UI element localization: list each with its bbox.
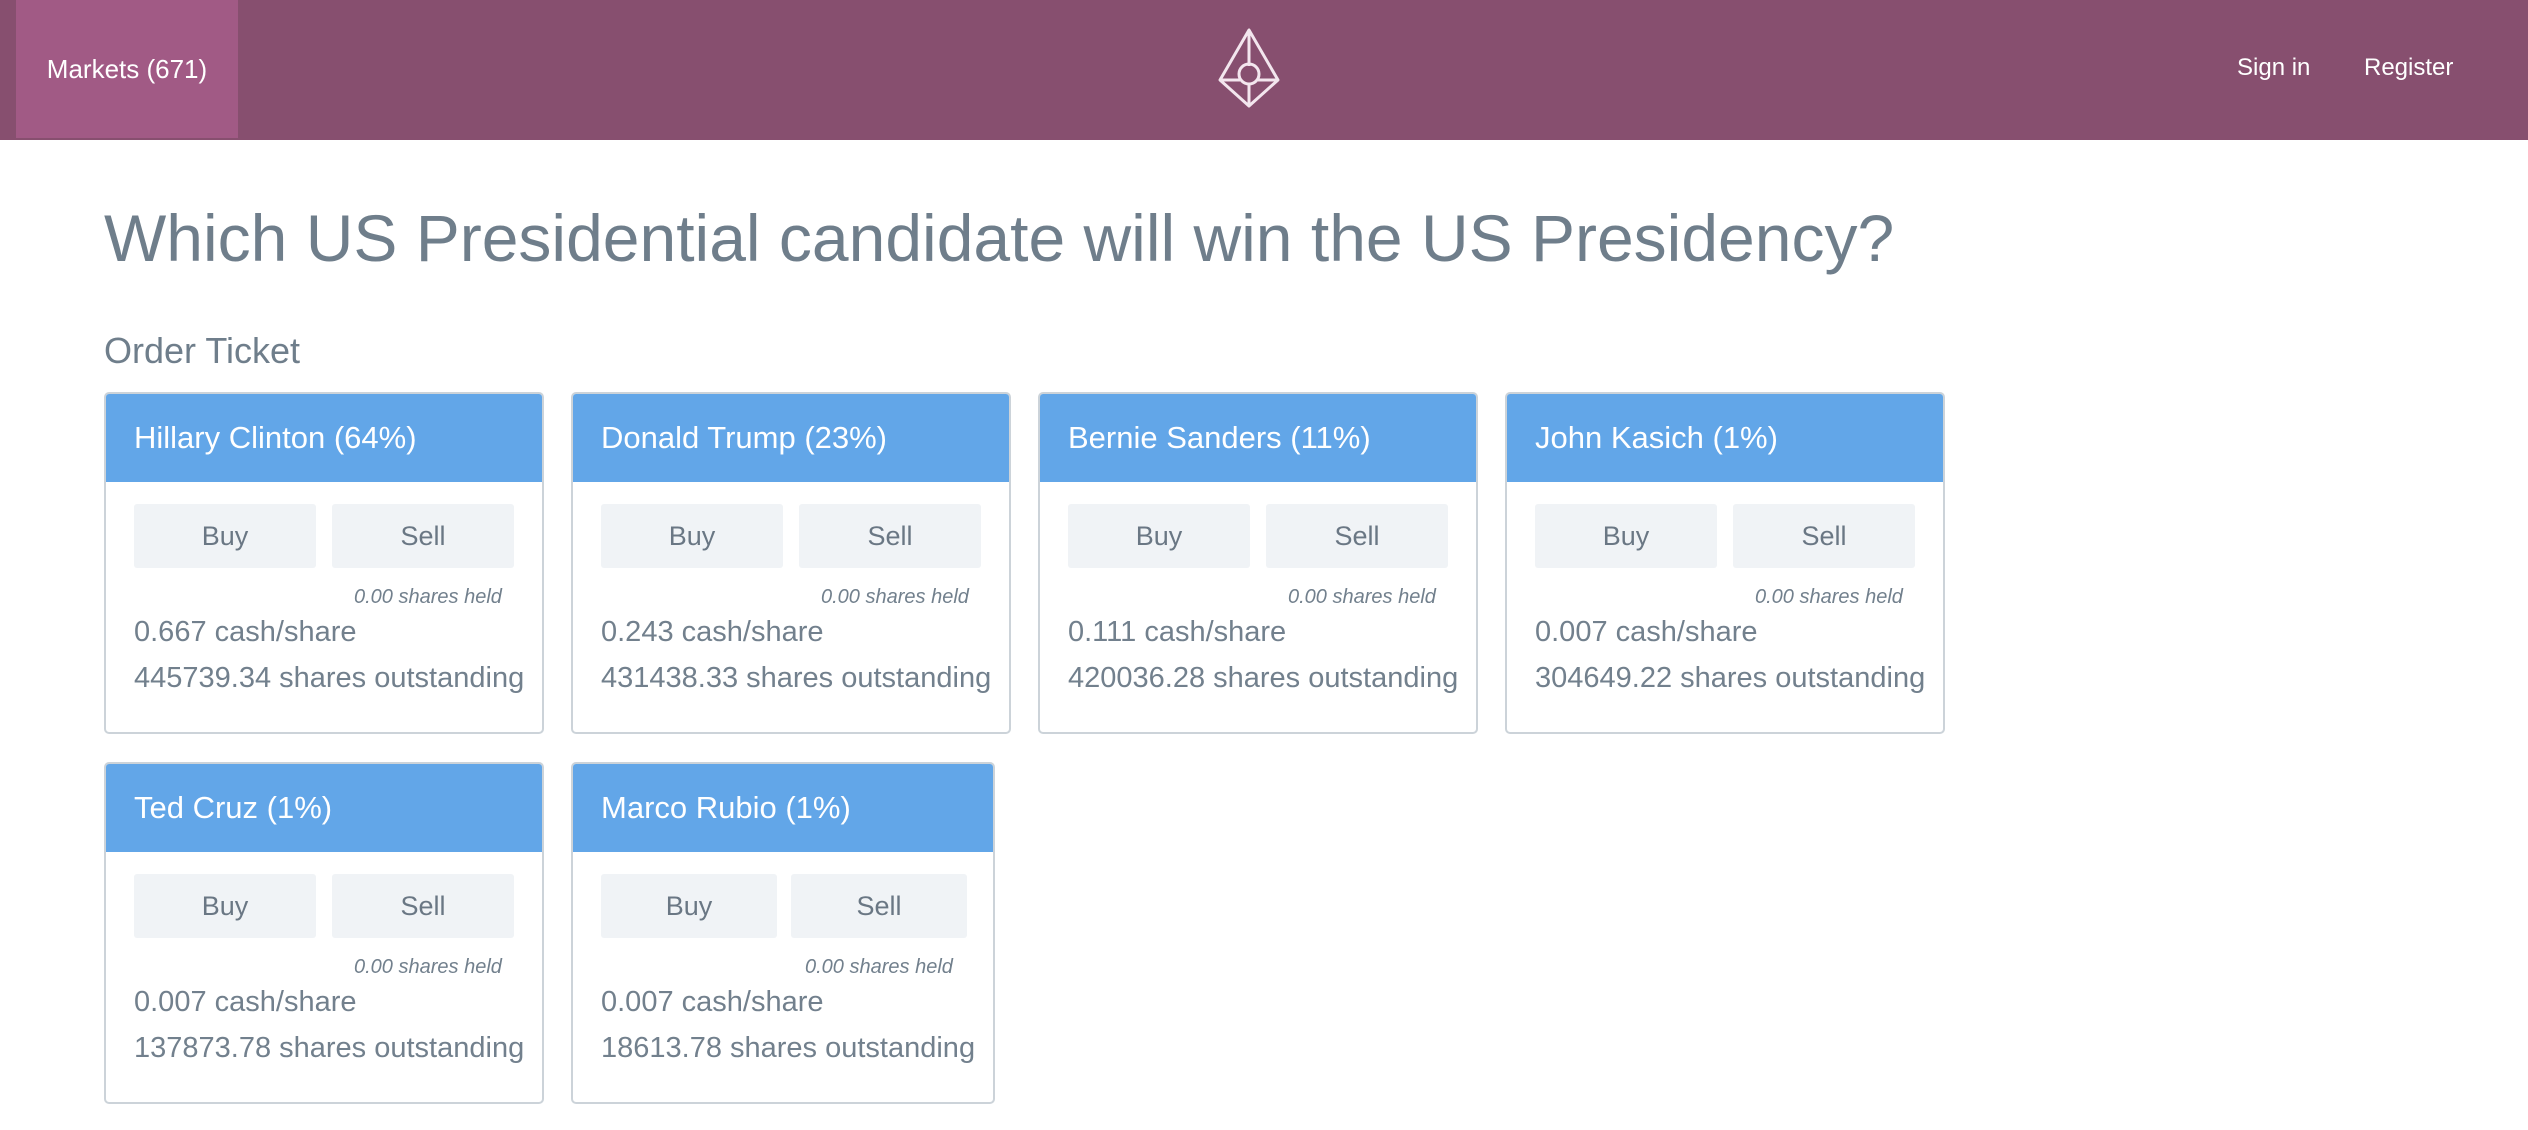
shares-outstanding: 445739.34 shares outstanding — [134, 662, 525, 694]
card-body: Buy Sell 0.00 shares held 0.007 cash/sha… — [1507, 482, 1943, 732]
sell-button[interactable]: Sell — [1733, 504, 1915, 568]
shares-outstanding: 18613.78 shares outstanding — [601, 1032, 976, 1064]
cash-per-share: 0.667 cash/share — [134, 616, 357, 648]
top-navbar: Markets (671) Sign in Register — [0, 0, 2528, 140]
section-title: Order Ticket — [104, 330, 301, 371]
shares-held: 0.00 shares held — [805, 956, 953, 978]
register-link[interactable]: Register — [2364, 0, 2453, 136]
outcome-name: Marco Rubio (1%) — [573, 764, 993, 852]
outcome-name: Hillary Clinton (64%) — [106, 394, 542, 482]
outcome-card: Donald Trump (23%) Buy Sell 0.00 shares … — [571, 392, 1011, 734]
shares-held: 0.00 shares held — [1755, 586, 1903, 608]
card-body: Buy Sell 0.00 shares held 0.667 cash/sha… — [106, 482, 542, 732]
buy-button[interactable]: Buy — [1535, 504, 1717, 568]
outcome-card: Marco Rubio (1%) Buy Sell 0.00 shares he… — [571, 762, 995, 1104]
augur-logo-icon[interactable] — [1214, 26, 1284, 110]
shares-outstanding: 304649.22 shares outstanding — [1535, 662, 1926, 694]
shares-held: 0.00 shares held — [821, 586, 969, 608]
page-title: Which US Presidential candidate will win… — [104, 201, 1895, 275]
shares-outstanding: 137873.78 shares outstanding — [134, 1032, 525, 1064]
shares-held: 0.00 shares held — [1288, 586, 1436, 608]
outcome-card: Ted Cruz (1%) Buy Sell 0.00 shares held … — [104, 762, 544, 1104]
outcome-card: Bernie Sanders (11%) Buy Sell 0.00 share… — [1038, 392, 1478, 734]
sell-button[interactable]: Sell — [332, 874, 514, 938]
cash-per-share: 0.111 cash/share — [1068, 616, 1287, 648]
buy-button[interactable]: Buy — [601, 504, 783, 568]
sell-button[interactable]: Sell — [1266, 504, 1448, 568]
sign-in-link[interactable]: Sign in — [2237, 0, 2310, 136]
outcome-name: Donald Trump (23%) — [573, 394, 1009, 482]
sell-button[interactable]: Sell — [799, 504, 981, 568]
shares-outstanding: 431438.33 shares outstanding — [601, 662, 992, 694]
sell-button[interactable]: Sell — [332, 504, 514, 568]
buy-button[interactable]: Buy — [134, 874, 316, 938]
outcome-name: Bernie Sanders (11%) — [1040, 394, 1476, 482]
card-body: Buy Sell 0.00 shares held 0.111 cash/sha… — [1040, 482, 1476, 732]
outcome-card: Hillary Clinton (64%) Buy Sell 0.00 shar… — [104, 392, 544, 734]
outcome-card: John Kasich (1%) Buy Sell 0.00 shares he… — [1505, 392, 1945, 734]
sell-button[interactable]: Sell — [791, 874, 967, 938]
markets-tab[interactable]: Markets (671) — [16, 0, 238, 138]
card-body: Buy Sell 0.00 shares held 0.243 cash/sha… — [573, 482, 1009, 732]
cash-per-share: 0.007 cash/share — [134, 986, 357, 1018]
outcome-name: Ted Cruz (1%) — [106, 764, 542, 852]
cash-per-share: 0.007 cash/share — [1535, 616, 1758, 648]
cash-per-share: 0.007 cash/share — [601, 986, 824, 1018]
card-body: Buy Sell 0.00 shares held 0.007 cash/sha… — [573, 852, 993, 1102]
buy-button[interactable]: Buy — [134, 504, 316, 568]
buy-button[interactable]: Buy — [1068, 504, 1250, 568]
shares-held: 0.00 shares held — [354, 956, 502, 978]
cash-per-share: 0.243 cash/share — [601, 616, 824, 648]
card-body: Buy Sell 0.00 shares held 0.007 cash/sha… — [106, 852, 542, 1102]
buy-button[interactable]: Buy — [601, 874, 777, 938]
outcome-name: John Kasich (1%) — [1507, 394, 1943, 482]
shares-outstanding: 420036.28 shares outstanding — [1068, 662, 1459, 694]
shares-held: 0.00 shares held — [354, 586, 502, 608]
